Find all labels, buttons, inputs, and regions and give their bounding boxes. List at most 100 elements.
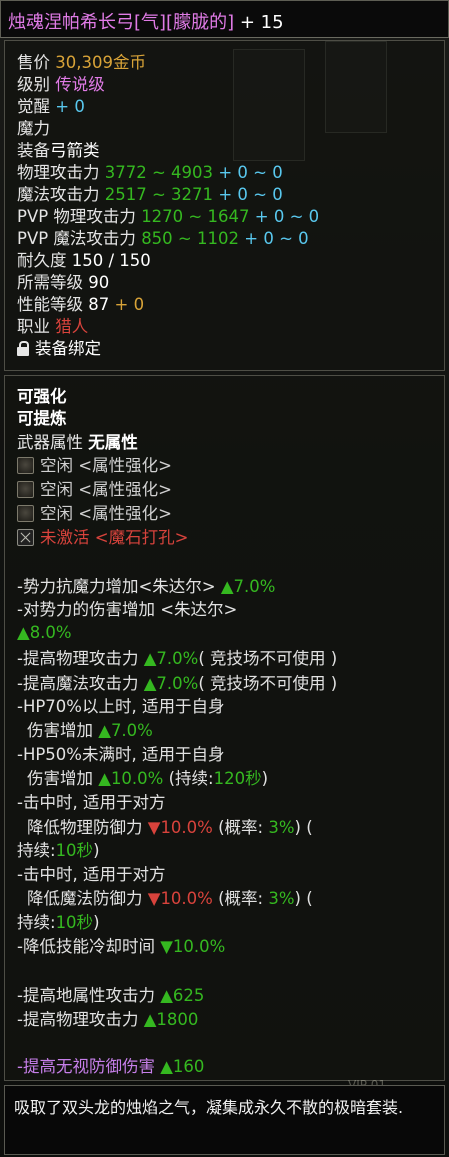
can-refine-text: 可提炼: [17, 409, 67, 428]
effect-note: (概率:: [212, 818, 269, 837]
effect-chance: 3%: [268, 818, 295, 837]
effect-text: 降低魔法防御力: [27, 889, 148, 908]
effect-text: -提高无视防御伤害: [17, 1057, 161, 1076]
item-tooltip: 烛魂涅帕希长弓[气][朦胧的] + 15 售价 30,309金币 级别 传说级 …: [0, 0, 449, 1157]
effect-line: -击中时, 适用于对方: [17, 863, 165, 886]
pvp-phys-row: PVP 物理攻击力 1270 ~ 1647 + 0 ~ 0: [17, 206, 319, 228]
slot-text: 空闲 <属性强化>: [40, 456, 172, 475]
phys-attack-label: 物理攻击力: [17, 163, 100, 182]
awaken-label: 觉醒: [17, 97, 50, 116]
effect-chance: 3%: [268, 889, 295, 908]
bind-row: 装备绑定: [17, 338, 101, 360]
mag-attack-row: 魔法攻击力 2517 ~ 3271 + 0 ~ 0: [17, 184, 283, 206]
effect-line: 持续:10秒): [17, 911, 100, 934]
item-name: 烛魂涅帕希长弓[气][朦胧的]: [8, 12, 235, 33]
price-row: 售价 30,309金币: [17, 52, 146, 74]
effect-note: ): [261, 769, 269, 788]
phys-attack-row: 物理攻击力 3772 ~ 4903 + 0 ~ 0: [17, 162, 283, 184]
effect-line: 伤害增加 ▲10.0% (持续:120秒): [27, 767, 268, 790]
weapon-attribute-label: 武器属性: [17, 433, 83, 452]
effect-line: -势力抗魔力增加<朱达尔> ▲7.0%: [17, 575, 275, 598]
effect-note: ( 竞技场不可使用 ): [198, 649, 338, 668]
effects-panel: VIP 01 可强化 可提炼 武器属性 无属性 空闲 <属性强化> 空闲 <属性…: [4, 375, 445, 1092]
grade-value: 传说级: [55, 75, 105, 94]
durability-row: 耐久度 150 / 150: [17, 250, 151, 272]
inactive-socket-row: 未激活 <魔石打孔>: [17, 527, 188, 549]
effect-line: -提高无视防御伤害 ▲160: [17, 1055, 204, 1078]
effect-note: ): [93, 841, 100, 860]
phys-attack-bonus: + 0 ~ 0: [218, 163, 283, 182]
mag-attack-value: 2517 ~ 3271: [104, 185, 214, 204]
effect-text: 降低物理防御力: [27, 818, 148, 837]
effect-line: -降低技能冷却时间 ▼10.0%: [17, 935, 225, 958]
pvp-mag-bonus: + 0 ~ 0: [244, 229, 309, 248]
required-level-label: 所需等级: [17, 273, 83, 292]
empty-slot-icon: [17, 505, 34, 522]
effect-text: -击中时, 适用于对方: [17, 793, 166, 812]
slot-row: 空闲 <属性强化>: [17, 503, 172, 525]
awaken-row: 觉醒 + 0: [17, 96, 85, 118]
pvp-mag-label: PVP 魔法攻击力: [17, 229, 136, 248]
equip-value: 弓箭类: [50, 141, 100, 160]
weapon-attribute-value: 无属性: [88, 433, 138, 452]
durability-value: 150 / 150: [71, 251, 151, 270]
item-title-bar: 烛魂涅帕希长弓[气][朦胧的] + 15: [0, 0, 449, 38]
effect-text: -降低技能冷却时间: [17, 937, 161, 956]
effect-text: -提高物理攻击力: [17, 649, 144, 668]
slot-row: 空闲 <属性强化>: [17, 455, 172, 477]
effect-line: -提高物理攻击力 ▲7.0%( 竞技场不可使用 ): [17, 647, 337, 670]
effect-value: ▲10.0%: [98, 769, 164, 788]
effect-duration: 10秒: [55, 913, 94, 932]
effect-line: -击中时, 适用于对方: [17, 791, 165, 814]
effect-value: ▲160: [160, 1057, 205, 1076]
effect-value: ▲7.0%: [143, 674, 199, 693]
effect-line: -提高魔法攻击力 ▲7.0%( 竞技场不可使用 ): [17, 672, 337, 695]
effect-value: ▲7.0%: [143, 649, 199, 668]
bind-label: 装备绑定: [35, 339, 101, 358]
effect-line: ▲8.0%: [17, 621, 72, 644]
equip-row: 装备弓箭类: [17, 140, 100, 162]
slot-text: 空闲 <属性强化>: [40, 504, 172, 523]
mana-label: 魔力: [17, 119, 50, 138]
grade-row: 级别 传说级: [17, 74, 105, 96]
effect-duration: 10秒: [55, 841, 94, 860]
effect-line: -提高物理攻击力 ▲1800: [17, 1008, 198, 1031]
effect-value: ▼10.0%: [147, 818, 213, 837]
performance-label: 性能等级: [17, 295, 83, 314]
inactive-socket-text: 未激活 <魔石打孔>: [40, 528, 189, 547]
basic-stats-panel: 售价 30,309金币 级别 传说级 觉醒 + 0 魔力 装备弓箭类 物理攻击力…: [4, 40, 445, 371]
phys-attack-value: 3772 ~ 4903: [104, 163, 214, 182]
effect-text: -HP50%未满时, 适用于自身: [17, 745, 225, 764]
mag-attack-bonus: + 0 ~ 0: [218, 185, 283, 204]
effect-note: 持续:: [17, 913, 56, 932]
class-label: 职业: [17, 317, 50, 336]
effect-line: -提高地属性攻击力 ▲625: [17, 984, 204, 1007]
effect-line: -HP50%未满时, 适用于自身: [17, 743, 224, 766]
effect-value: ▼10.0%: [147, 889, 213, 908]
can-enhance-text: 可强化: [17, 387, 67, 406]
effect-line: 伤害增加 ▲7.0%: [27, 719, 153, 742]
locked-socket-icon: [17, 529, 34, 546]
mag-attack-label: 魔法攻击力: [17, 185, 100, 204]
performance-bonus: + 0: [114, 295, 145, 314]
effect-text: -提高地属性攻击力: [17, 986, 161, 1005]
grade-label: 级别: [17, 75, 50, 94]
required-level-row: 所需等级 90: [17, 272, 109, 294]
class-row: 职业 猎人: [17, 316, 88, 338]
effect-line: 持续:10秒): [17, 839, 100, 862]
class-value: 猎人: [55, 317, 89, 336]
price-value: 30,309金币: [55, 53, 146, 72]
effect-text: 伤害增加: [27, 769, 99, 788]
lock-icon: [17, 341, 29, 356]
background-window: [325, 41, 387, 133]
effect-note: ): [93, 913, 100, 932]
effect-note: ) (: [294, 818, 313, 837]
pvp-mag-value: 850 ~ 1102: [141, 229, 239, 248]
durability-label: 耐久度: [17, 251, 67, 270]
effect-value: ▲7.0%: [220, 577, 276, 596]
pvp-phys-bonus: + 0 ~ 0: [254, 207, 320, 226]
performance-value: 87: [88, 295, 110, 314]
pvp-phys-label: PVP 物理攻击力: [17, 207, 136, 226]
effect-note: (概率:: [212, 889, 269, 908]
effect-line: -HP70%以上时, 适用于自身: [17, 695, 224, 718]
